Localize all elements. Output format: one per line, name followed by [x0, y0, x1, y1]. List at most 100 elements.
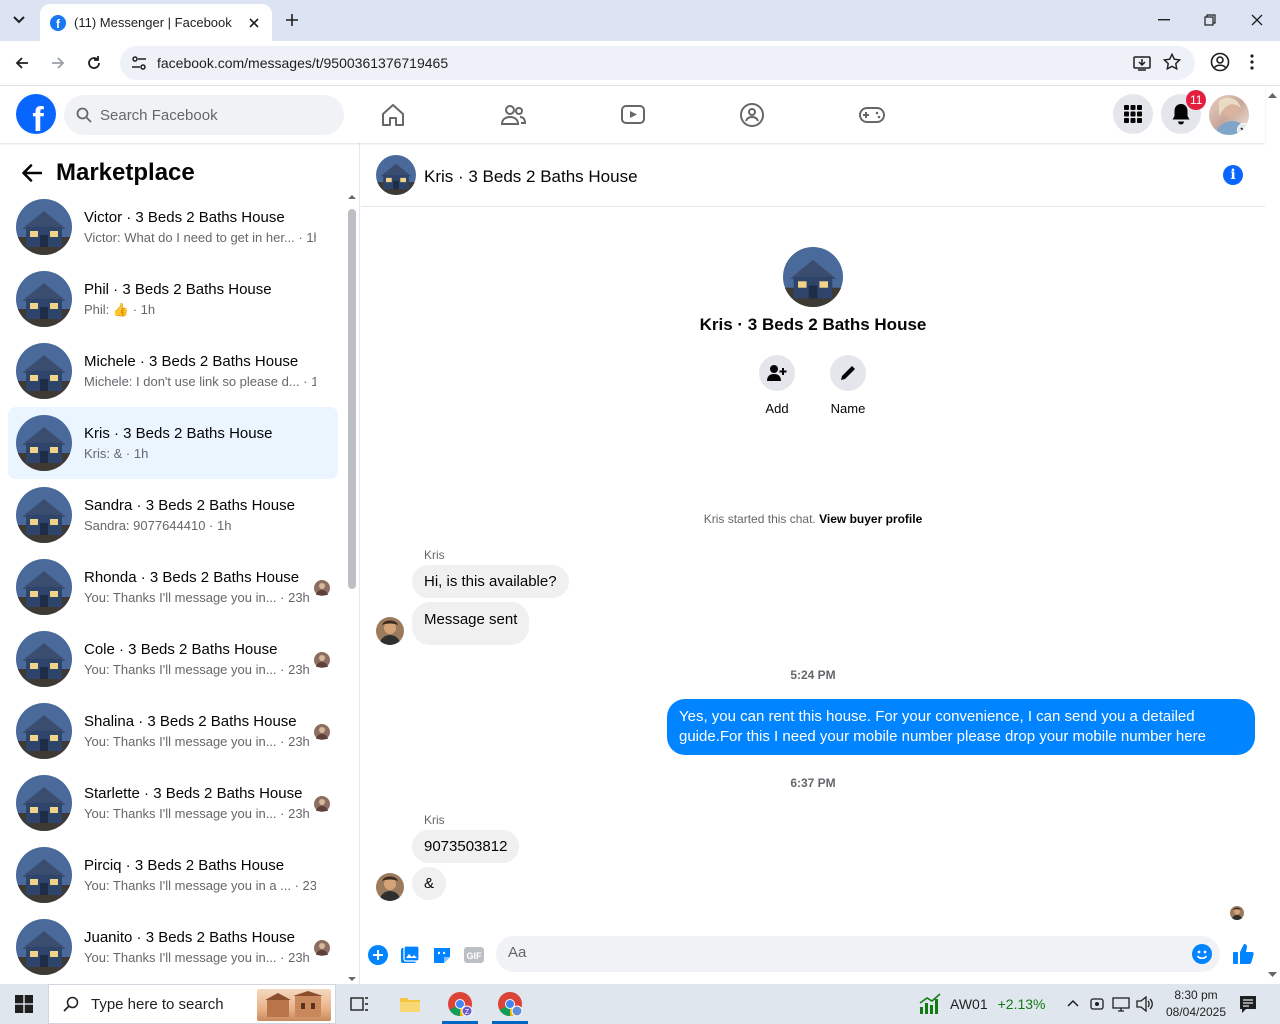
url-text[interactable]: facebook.com/messages/t/9500361376719465 — [157, 55, 448, 71]
sender-name: Kris — [424, 813, 445, 827]
network-icon[interactable] — [1112, 996, 1130, 1017]
new-tab-button[interactable] — [280, 8, 304, 32]
bookmark-star-icon[interactable] — [1162, 52, 1182, 76]
conversation-item[interactable]: Victor · 3 Beds 2 Baths House Victor: Wha… — [8, 191, 338, 263]
emoji-icon[interactable] — [1192, 944, 1212, 964]
notifications-count-badge: 11 — [1186, 90, 1207, 110]
conversation-name: Cole · 3 Beds 2 Baths House — [84, 641, 278, 658]
facebook-header: f 11 — [0, 86, 1265, 143]
chrome-profile-taskbar-icon[interactable] — [486, 984, 534, 1024]
add-person-icon[interactable] — [759, 355, 795, 391]
name-label: Name — [830, 401, 866, 416]
facebook-logo-icon[interactable]: f — [16, 94, 56, 134]
time-separator: 5:24 PM — [790, 668, 836, 682]
chrome-taskbar-icon[interactable]: Z — [436, 984, 484, 1024]
chevron-up-icon[interactable] — [1066, 996, 1080, 1015]
home-nav-icon[interactable] — [378, 100, 408, 130]
sidebar-scrollbar[interactable] — [346, 193, 358, 983]
watch-video-nav-icon[interactable] — [618, 100, 648, 130]
forward-button[interactable] — [44, 49, 72, 77]
file-explorer-icon[interactable] — [386, 984, 434, 1024]
install-app-icon[interactable] — [1133, 54, 1151, 77]
my-message-bubble[interactable]: Yes, you can rent this house. For your c… — [667, 699, 1255, 755]
time-separator: 6:37 PM — [790, 776, 836, 790]
seen-avatar — [314, 580, 330, 596]
browser-profile-icon[interactable] — [1210, 52, 1230, 77]
conversation-snippet: You: Thanks I'll message you in... · 23h — [84, 806, 310, 821]
conversation-item[interactable]: Starlette · 3 Beds 2 Baths House You: Tha… — [8, 767, 338, 839]
conversation-name: Victor · 3 Beds 2 Baths House — [84, 209, 285, 226]
task-view-icon[interactable] — [336, 984, 384, 1024]
sender-avatar[interactable] — [376, 617, 404, 645]
site-info-icon[interactable] — [130, 54, 148, 72]
sender-name: Kris — [424, 548, 445, 562]
tab-search-dropdown[interactable] — [6, 8, 32, 32]
view-buyer-profile-link[interactable]: View buyer profile — [819, 512, 922, 526]
conversation-item[interactable]: Pirciq · 3 Beds 2 Baths House You: Thanks… — [8, 839, 338, 911]
friends-nav-icon[interactable] — [498, 100, 528, 130]
browser-menu-icon[interactable] — [1250, 54, 1254, 75]
add-people-action[interactable]: Add — [747, 355, 807, 416]
listing-avatar — [16, 775, 72, 831]
chat-avatar[interactable] — [376, 155, 416, 195]
sidebar-title: Marketplace — [56, 159, 195, 186]
search-highlight-image — [257, 989, 331, 1021]
conversation-snippet: You: Thanks I'll message you in... · 23h — [84, 734, 310, 749]
conversation-item[interactable]: Shalina · 3 Beds 2 Baths House You: Thank… — [8, 695, 338, 767]
message-bubble[interactable]: 9073503812 — [412, 830, 520, 863]
conversation-item[interactable]: Juanito · 3 Beds 2 Baths House You: Thank… — [8, 911, 338, 983]
facebook-search-box[interactable] — [64, 95, 344, 135]
sticker-icon[interactable] — [431, 944, 453, 966]
conversation-item[interactable]: Kris · 3 Beds 2 Baths House Kris: & · 1h — [8, 407, 338, 479]
taskbar-search-box[interactable]: Type here to search — [48, 984, 336, 1024]
message-input[interactable] — [508, 944, 1168, 961]
edit-name-action[interactable]: Name — [818, 355, 878, 416]
stock-widget[interactable]: AW01 +2.13% — [918, 984, 1045, 1024]
account-avatar[interactable] — [1209, 95, 1249, 135]
meet-now-icon[interactable] — [1090, 996, 1104, 1017]
plus-circle-icon[interactable] — [367, 944, 389, 966]
pencil-icon[interactable] — [830, 355, 866, 391]
windows-start-button[interactable] — [0, 984, 48, 1024]
conversation-name: Michele · 3 Beds 2 Baths House — [84, 353, 299, 370]
sender-avatar[interactable] — [376, 873, 404, 901]
page-scrollbar[interactable] — [1265, 86, 1280, 984]
groups-nav-icon[interactable] — [737, 100, 767, 130]
chat-title[interactable]: Kris · 3 Beds 2 Baths House — [424, 167, 638, 187]
sidebar-scrollbar-thumb[interactable] — [348, 209, 356, 589]
browser-tab[interactable]: f (11) Messenger | Facebook — [40, 4, 272, 41]
back-arrow-icon[interactable] — [16, 157, 48, 189]
gaming-nav-icon[interactable] — [857, 100, 887, 130]
message-input-wrapper[interactable] — [496, 936, 1220, 972]
omnibox[interactable]: facebook.com/messages/t/9500361376719465 — [120, 46, 1195, 80]
gif-icon[interactable]: GIF — [463, 944, 485, 966]
facebook-search-input[interactable] — [100, 106, 320, 124]
close-window-button[interactable] — [1234, 0, 1280, 40]
minimize-button[interactable] — [1141, 0, 1187, 40]
conversation-item[interactable]: Cole · 3 Beds 2 Baths House You: Thanks I… — [8, 623, 338, 695]
info-icon[interactable]: i — [1223, 165, 1243, 185]
restore-button[interactable] — [1187, 0, 1233, 40]
conversation-item[interactable]: Rhonda · 3 Beds 2 Baths House You: Thanks… — [8, 551, 338, 623]
conversation-item[interactable]: Phil · 3 Beds 2 Baths House Phil: 👍 · 1h — [8, 263, 338, 335]
conversation-item[interactable]: Michele · 3 Beds 2 Baths House Michele: I… — [8, 335, 338, 407]
conversation-snippet: You: Thanks I'll message you in... · 23h — [84, 590, 310, 605]
grid-icon — [1124, 105, 1142, 123]
stock-change: +2.13% — [997, 996, 1046, 1012]
back-button[interactable] — [8, 49, 36, 77]
tab-close-icon[interactable] — [246, 15, 262, 31]
message-bubble[interactable]: & — [412, 867, 447, 900]
search-icon — [76, 107, 92, 123]
menu-grid-button[interactable] — [1113, 94, 1153, 134]
photo-icon[interactable] — [399, 944, 421, 966]
volume-icon[interactable] — [1136, 995, 1154, 1017]
taskbar-clock[interactable]: 8:30 pm 08/04/2025 — [1158, 987, 1234, 1021]
conversation-item[interactable]: Sandra · 3 Beds 2 Baths House Sandra: 907… — [8, 479, 338, 551]
like-thumbs-up-icon[interactable] — [1231, 942, 1255, 966]
windows-taskbar: Type here to search Z AW01 +2.13% 8:30 p… — [0, 984, 1280, 1024]
message-bubble[interactable]: Hi, is this available? — [412, 565, 569, 598]
listing-avatar — [16, 919, 72, 975]
notification-center-icon[interactable] — [1238, 994, 1258, 1019]
reload-button[interactable] — [80, 49, 108, 77]
message-bubble[interactable]: Message sent — [412, 602, 530, 645]
